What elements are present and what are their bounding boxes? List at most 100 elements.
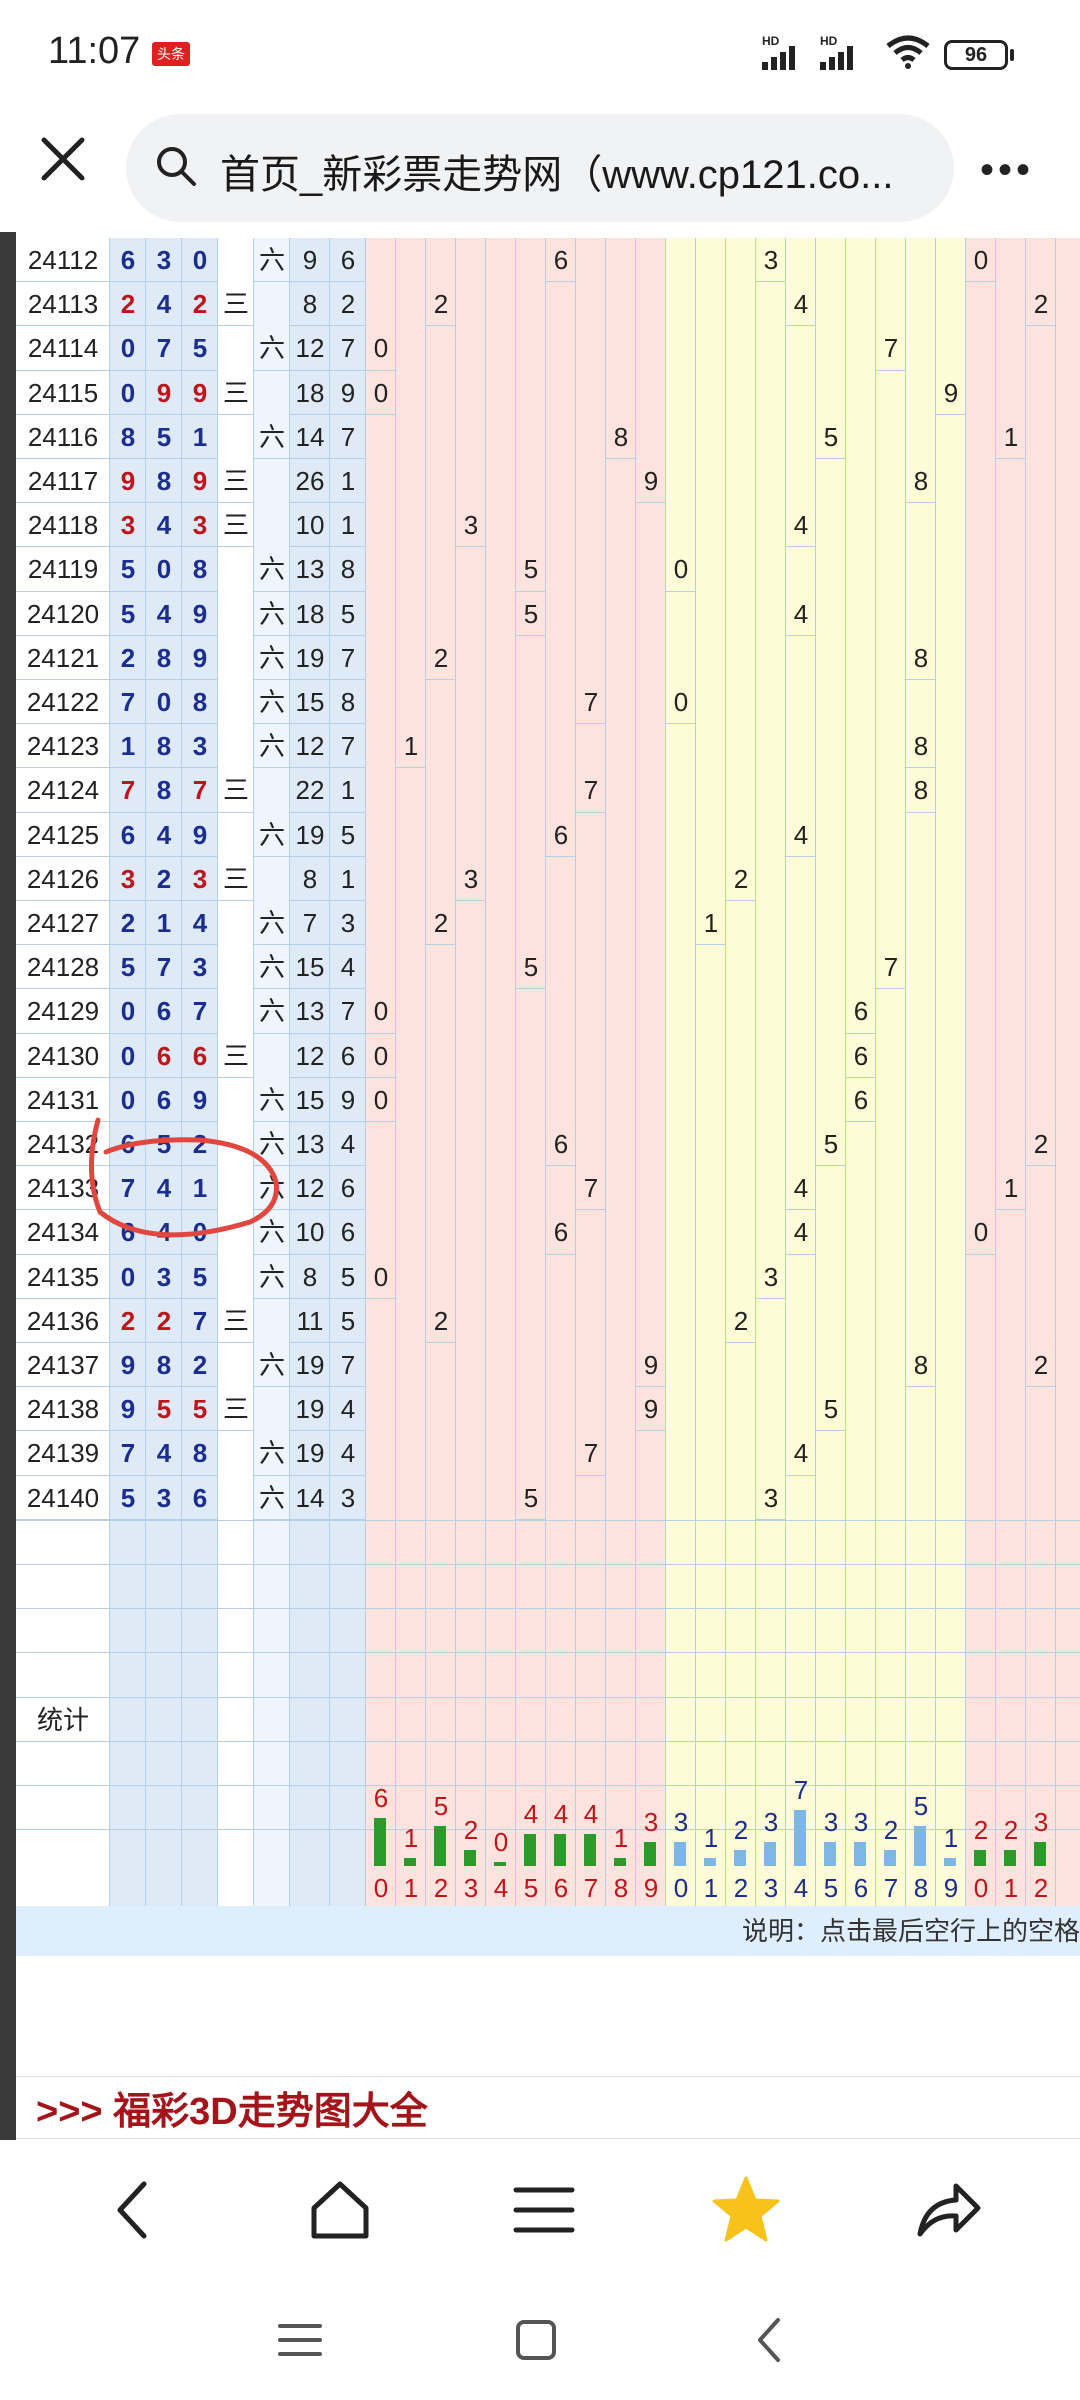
sum-cell: 15 [290, 945, 330, 990]
stat-axis-label: 0 [973, 1873, 989, 1903]
issue-cell: 24127 [16, 901, 110, 946]
span-cell: 7 [330, 636, 366, 680]
tens-mark: 4 [786, 813, 816, 857]
group-cell: 六 [254, 415, 290, 459]
menu-icon[interactable] [504, 2170, 584, 2250]
grid-column [876, 238, 906, 1906]
home-square-icon[interactable] [506, 2310, 566, 2370]
grid-column [516, 238, 546, 1906]
hundreds-mark: 9 [636, 459, 666, 504]
back-icon[interactable] [96, 2170, 176, 2250]
hundreds-mark: 2 [426, 901, 456, 946]
stat-value-label: 3 [1033, 1807, 1049, 1837]
system-nav-bar [0, 2270, 1080, 2400]
digit-cell: 0 [110, 1255, 146, 1299]
url-field[interactable]: 首页_新彩票走势网（www.cp121.co... [126, 114, 954, 222]
stat-bar [704, 1858, 716, 1866]
sum-cell: 19 [290, 813, 330, 857]
stat-value-label: 6 [373, 1783, 389, 1813]
group-cell: 六 [254, 592, 290, 636]
stat-bar [794, 1810, 806, 1866]
hundreds-mark: 2 [426, 636, 456, 680]
hundreds-mark: 6 [546, 238, 576, 283]
span-cell: 6 [330, 238, 366, 283]
digit-cell: 6 [182, 1476, 218, 1520]
tens-mark: 6 [846, 1034, 876, 1078]
hundreds-mark: 6 [546, 813, 576, 857]
digit-cell: 3 [110, 503, 146, 548]
grid-line [16, 1696, 1080, 1698]
span-cell: 8 [330, 680, 366, 725]
stat-axis-label: 8 [613, 1873, 629, 1903]
status-bar: 11:07 头条 HD HD 96 [0, 0, 1080, 108]
signal-icon [820, 46, 853, 70]
tens-mark: 0 [666, 547, 696, 592]
span-cell: 5 [330, 813, 366, 857]
digit-cell: 8 [146, 636, 182, 680]
digit-cell: 3 [146, 1255, 182, 1299]
digit-cell: 0 [182, 238, 218, 283]
stat-axis-label: 7 [883, 1873, 899, 1903]
stat-bar [824, 1842, 836, 1866]
digit-cell: 0 [110, 326, 146, 371]
group-cell: 六 [254, 326, 290, 371]
stat-bar [374, 1818, 386, 1866]
digit-cell: 5 [110, 945, 146, 990]
hundreds-mark: 5 [516, 1476, 546, 1520]
tens-mark: 8 [906, 724, 936, 769]
sum-cell: 8 [290, 857, 330, 901]
sum-cell: 8 [290, 282, 330, 327]
share-icon[interactable] [908, 2170, 988, 2250]
digit-cell: 3 [182, 857, 218, 901]
grid-line [16, 1519, 1080, 1521]
stat-bar [524, 1834, 536, 1866]
span-cell: 3 [330, 1476, 366, 1520]
span-cell: 3 [330, 901, 366, 946]
tens-mark: 1 [696, 901, 726, 946]
home-icon[interactable] [300, 2170, 380, 2250]
sum-cell: 26 [290, 459, 330, 504]
hundreds-mark: 7 [576, 768, 606, 813]
units-mark: 2 [1026, 1122, 1056, 1167]
group-cell: 三 [218, 1299, 254, 1343]
sum-cell: 11 [290, 1299, 330, 1343]
more-icon[interactable]: ••• [980, 148, 1034, 193]
divider [16, 2138, 1080, 2139]
hundreds-mark: 9 [636, 1343, 666, 1388]
stat-value-label: 3 [643, 1807, 659, 1837]
digit-cell: 6 [182, 1034, 218, 1078]
recents-icon[interactable] [270, 2310, 330, 2370]
divider [16, 2076, 1080, 2077]
tens-mark: 0 [666, 680, 696, 725]
hundreds-mark: 1 [396, 724, 426, 769]
hundreds-mark: 5 [516, 547, 546, 592]
digit-cell: 3 [182, 724, 218, 769]
digit-cell: 6 [110, 238, 146, 283]
stat-axis-label: 0 [373, 1873, 389, 1903]
tens-mark: 6 [846, 1078, 876, 1122]
digit-cell: 7 [110, 768, 146, 813]
group-cell: 六 [254, 724, 290, 769]
sum-cell: 19 [290, 1343, 330, 1388]
issue-cell: 24136 [16, 1299, 110, 1343]
issue-cell: 24120 [16, 592, 110, 636]
digit-cell: 4 [146, 503, 182, 548]
star-icon[interactable] [706, 2170, 786, 2250]
stat-value-label: 4 [553, 1799, 569, 1829]
digit-cell: 1 [146, 901, 182, 946]
group-cell: 六 [254, 1343, 290, 1388]
hundreds-mark: 9 [636, 1387, 666, 1432]
close-icon[interactable] [36, 132, 90, 186]
grid-column [756, 238, 786, 1906]
stat-bar [854, 1842, 866, 1866]
group-cell: 三 [218, 768, 254, 813]
hundreds-mark: 0 [366, 1078, 396, 1122]
back-triangle-icon[interactable] [740, 2310, 800, 2370]
sum-cell: 22 [290, 768, 330, 813]
digit-cell: 8 [146, 724, 182, 769]
grid-line [16, 1785, 1080, 1786]
digit-cell: 0 [146, 680, 182, 725]
span-cell: 7 [330, 415, 366, 459]
hundreds-mark: 7 [576, 680, 606, 725]
fc3d-chart-link[interactable]: >>> 福彩3D走势图大全 [36, 2080, 428, 2135]
